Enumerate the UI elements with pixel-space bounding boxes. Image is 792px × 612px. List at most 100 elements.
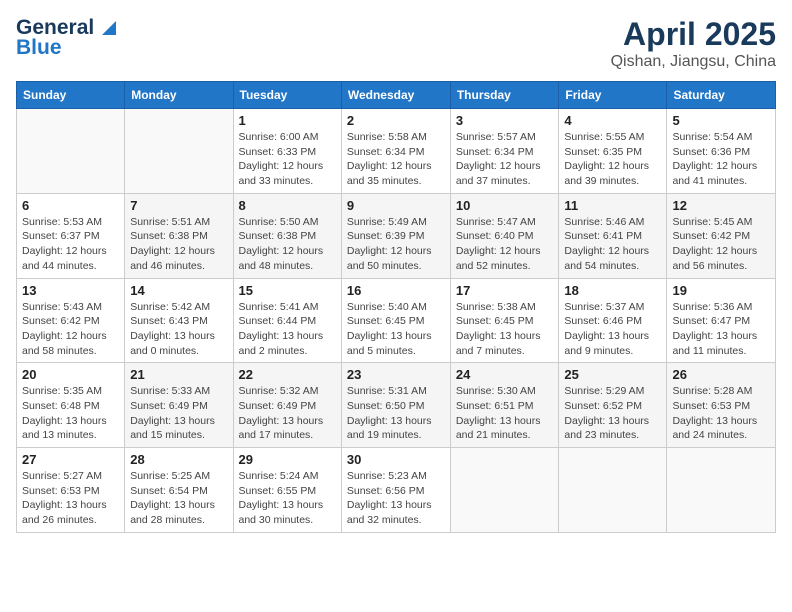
cell-sun-info: Sunrise: 5:45 AMSunset: 6:42 PMDaylight:… <box>672 215 770 274</box>
cell-sun-info: Sunrise: 5:24 AMSunset: 6:55 PMDaylight:… <box>239 469 336 528</box>
weekday-header: Thursday <box>450 82 559 109</box>
cell-sun-info: Sunrise: 5:32 AMSunset: 6:49 PMDaylight:… <box>239 384 336 443</box>
calendar-cell: 21 Sunrise: 5:33 AMSunset: 6:49 PMDayligh… <box>125 363 233 448</box>
cell-day-number: 2 <box>347 113 445 128</box>
cell-day-number: 27 <box>22 452 119 467</box>
cell-sun-info: Sunrise: 5:41 AMSunset: 6:44 PMDaylight:… <box>239 300 336 359</box>
cell-sun-info: Sunrise: 5:57 AMSunset: 6:34 PMDaylight:… <box>456 130 554 189</box>
cell-day-number: 8 <box>239 198 336 213</box>
calendar-cell: 9 Sunrise: 5:49 AMSunset: 6:39 PMDaylight… <box>341 193 450 278</box>
cell-sun-info: Sunrise: 5:35 AMSunset: 6:48 PMDaylight:… <box>22 384 119 443</box>
calendar-week-row: 6 Sunrise: 5:53 AMSunset: 6:37 PMDaylight… <box>17 193 776 278</box>
cell-day-number: 4 <box>564 113 661 128</box>
cell-day-number: 6 <box>22 198 119 213</box>
cell-sun-info: Sunrise: 5:42 AMSunset: 6:43 PMDaylight:… <box>130 300 227 359</box>
calendar-cell: 7 Sunrise: 5:51 AMSunset: 6:38 PMDaylight… <box>125 193 233 278</box>
calendar-header-row: SundayMondayTuesdayWednesdayThursdayFrid… <box>17 82 776 109</box>
cell-sun-info: Sunrise: 5:38 AMSunset: 6:45 PMDaylight:… <box>456 300 554 359</box>
cell-sun-info: Sunrise: 5:43 AMSunset: 6:42 PMDaylight:… <box>22 300 119 359</box>
weekday-header: Saturday <box>667 82 776 109</box>
calendar-cell: 28 Sunrise: 5:25 AMSunset: 6:54 PMDayligh… <box>125 448 233 533</box>
cell-sun-info: Sunrise: 5:53 AMSunset: 6:37 PMDaylight:… <box>22 215 119 274</box>
cell-sun-info: Sunrise: 5:36 AMSunset: 6:47 PMDaylight:… <box>672 300 770 359</box>
cell-day-number: 18 <box>564 283 661 298</box>
calendar-cell: 4 Sunrise: 5:55 AMSunset: 6:35 PMDaylight… <box>559 109 667 194</box>
cell-day-number: 25 <box>564 367 661 382</box>
cell-sun-info: Sunrise: 5:51 AMSunset: 6:38 PMDaylight:… <box>130 215 227 274</box>
cell-sun-info: Sunrise: 5:49 AMSunset: 6:39 PMDaylight:… <box>347 215 445 274</box>
cell-day-number: 15 <box>239 283 336 298</box>
weekday-header: Friday <box>559 82 667 109</box>
title-block: April 2025 Qishan, Jiangsu, China <box>611 16 776 71</box>
calendar-cell: 10 Sunrise: 5:47 AMSunset: 6:40 PMDayligh… <box>450 193 559 278</box>
calendar-cell: 18 Sunrise: 5:37 AMSunset: 6:46 PMDayligh… <box>559 278 667 363</box>
cell-day-number: 7 <box>130 198 227 213</box>
cell-day-number: 26 <box>672 367 770 382</box>
cell-sun-info: Sunrise: 5:28 AMSunset: 6:53 PMDaylight:… <box>672 384 770 443</box>
cell-day-number: 14 <box>130 283 227 298</box>
calendar-week-row: 1 Sunrise: 6:00 AMSunset: 6:33 PMDaylight… <box>17 109 776 194</box>
calendar-cell: 16Sunrise: 5:40 AMSunset: 6:45 PMDayligh… <box>341 278 450 363</box>
cell-sun-info: Sunrise: 5:50 AMSunset: 6:38 PMDaylight:… <box>239 215 336 274</box>
cell-sun-info: Sunrise: 5:58 AMSunset: 6:34 PMDaylight:… <box>347 130 445 189</box>
cell-sun-info: Sunrise: 5:54 AMSunset: 6:36 PMDaylight:… <box>672 130 770 189</box>
calendar-cell: 2 Sunrise: 5:58 AMSunset: 6:34 PMDaylight… <box>341 109 450 194</box>
calendar-cell: 5 Sunrise: 5:54 AMSunset: 6:36 PMDaylight… <box>667 109 776 194</box>
calendar-cell: 24 Sunrise: 5:30 AMSunset: 6:51 PMDayligh… <box>450 363 559 448</box>
calendar-cell: 22Sunrise: 5:32 AMSunset: 6:49 PMDayligh… <box>233 363 341 448</box>
cell-day-number: 5 <box>672 113 770 128</box>
cell-day-number: 21 <box>130 367 227 382</box>
weekday-header: Tuesday <box>233 82 341 109</box>
calendar-cell: 14 Sunrise: 5:42 AMSunset: 6:43 PMDayligh… <box>125 278 233 363</box>
cell-sun-info: Sunrise: 5:37 AMSunset: 6:46 PMDaylight:… <box>564 300 661 359</box>
calendar-cell <box>17 109 125 194</box>
calendar-cell: 8 Sunrise: 5:50 AMSunset: 6:38 PMDaylight… <box>233 193 341 278</box>
calendar-cell: 6 Sunrise: 5:53 AMSunset: 6:37 PMDaylight… <box>17 193 125 278</box>
calendar-week-row: 13 Sunrise: 5:43 AMSunset: 6:42 PMDayligh… <box>17 278 776 363</box>
calendar-cell <box>559 448 667 533</box>
cell-day-number: 1 <box>239 113 336 128</box>
calendar-cell: 3 Sunrise: 5:57 AMSunset: 6:34 PMDaylight… <box>450 109 559 194</box>
calendar-cell: 1 Sunrise: 6:00 AMSunset: 6:33 PMDaylight… <box>233 109 341 194</box>
cell-sun-info: Sunrise: 5:29 AMSunset: 6:52 PMDaylight:… <box>564 384 661 443</box>
cell-sun-info: Sunrise: 5:47 AMSunset: 6:40 PMDaylight:… <box>456 215 554 274</box>
cell-day-number: 9 <box>347 198 445 213</box>
logo-icon <box>98 17 120 39</box>
cell-sun-info: Sunrise: 6:00 AMSunset: 6:33 PMDaylight:… <box>239 130 336 189</box>
calendar-cell: 11Sunrise: 5:46 AMSunset: 6:41 PMDayligh… <box>559 193 667 278</box>
cell-sun-info: Sunrise: 5:33 AMSunset: 6:49 PMDaylight:… <box>130 384 227 443</box>
calendar-table: SundayMondayTuesdayWednesdayThursdayFrid… <box>16 81 776 533</box>
page-header: General Blue April 2025 Qishan, Jiangsu,… <box>16 16 776 71</box>
weekday-header: Sunday <box>17 82 125 109</box>
calendar-cell: 12 Sunrise: 5:45 AMSunset: 6:42 PMDayligh… <box>667 193 776 278</box>
logo-blue: Blue <box>16 36 62 60</box>
cell-sun-info: Sunrise: 5:55 AMSunset: 6:35 PMDaylight:… <box>564 130 661 189</box>
calendar-week-row: 27 Sunrise: 5:27 AMSunset: 6:53 PMDayligh… <box>17 448 776 533</box>
calendar-cell <box>667 448 776 533</box>
cell-sun-info: Sunrise: 5:25 AMSunset: 6:54 PMDaylight:… <box>130 469 227 528</box>
calendar-cell: 20 Sunrise: 5:35 AMSunset: 6:48 PMDayligh… <box>17 363 125 448</box>
logo: General Blue <box>16 16 120 60</box>
calendar-cell: 19 Sunrise: 5:36 AMSunset: 6:47 PMDayligh… <box>667 278 776 363</box>
calendar-cell: 23Sunrise: 5:31 AMSunset: 6:50 PMDayligh… <box>341 363 450 448</box>
cell-day-number: 17 <box>456 283 554 298</box>
page-subtitle: Qishan, Jiangsu, China <box>611 53 776 71</box>
cell-day-number: 3 <box>456 113 554 128</box>
cell-sun-info: Sunrise: 5:30 AMSunset: 6:51 PMDaylight:… <box>456 384 554 443</box>
cell-day-number: 19 <box>672 283 770 298</box>
calendar-cell: 15 Sunrise: 5:41 AMSunset: 6:44 PMDayligh… <box>233 278 341 363</box>
cell-day-number: 12 <box>672 198 770 213</box>
cell-day-number: 20 <box>22 367 119 382</box>
cell-day-number: 24 <box>456 367 554 382</box>
cell-day-number: 10 <box>456 198 554 213</box>
calendar-cell: 30Sunrise: 5:23 AMSunset: 6:56 PMDayligh… <box>341 448 450 533</box>
cell-day-number: 13 <box>22 283 119 298</box>
cell-sun-info: Sunrise: 5:27 AMSunset: 6:53 PMDaylight:… <box>22 469 119 528</box>
cell-day-number: 23 <box>347 367 445 382</box>
calendar-cell: 25 Sunrise: 5:29 AMSunset: 6:52 PMDayligh… <box>559 363 667 448</box>
cell-sun-info: Sunrise: 5:23 AMSunset: 6:56 PMDaylight:… <box>347 469 445 528</box>
cell-day-number: 11 <box>564 198 661 213</box>
weekday-header: Monday <box>125 82 233 109</box>
cell-day-number: 16 <box>347 283 445 298</box>
cell-day-number: 28 <box>130 452 227 467</box>
